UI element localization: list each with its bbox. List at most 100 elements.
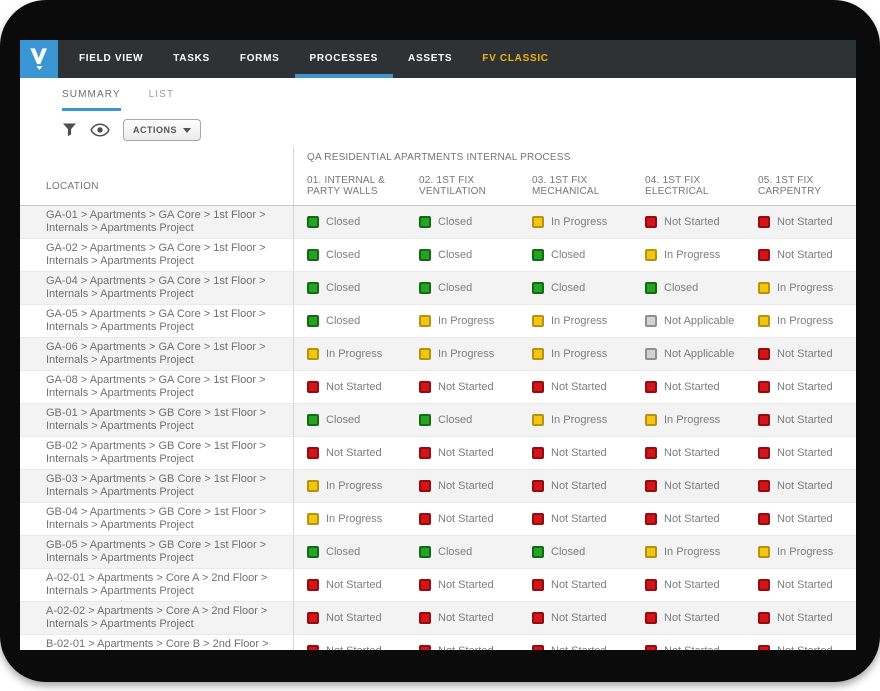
status-cell[interactable]: Not Started bbox=[745, 239, 856, 271]
eye-icon[interactable] bbox=[90, 123, 110, 137]
location-cell[interactable]: GA-06 > Apartments > GA Core > 1st Floor… bbox=[20, 338, 293, 370]
location-cell[interactable]: A-02-01 > Apartments > Core A > 2nd Floo… bbox=[20, 569, 293, 601]
status-cell[interactable]: In Progress bbox=[632, 239, 745, 271]
nav-tab-fv-classic[interactable]: FV CLASSIC bbox=[467, 40, 563, 78]
status-cell[interactable]: In Progress bbox=[519, 206, 632, 238]
status-cell[interactable]: In Progress bbox=[632, 536, 745, 568]
status-cell[interactable]: Not Started bbox=[519, 437, 632, 469]
status-cell[interactable]: In Progress bbox=[632, 404, 745, 436]
status-cell[interactable]: Not Started bbox=[293, 371, 406, 403]
subtab-summary[interactable]: SUMMARY bbox=[62, 89, 121, 111]
nav-tab-tasks[interactable]: TASKS bbox=[158, 40, 225, 78]
status-cell[interactable]: Not Started bbox=[632, 470, 745, 502]
status-cell[interactable]: Closed bbox=[293, 206, 406, 238]
status-cell[interactable]: In Progress bbox=[519, 404, 632, 436]
status-cell[interactable]: Closed bbox=[519, 272, 632, 304]
location-cell[interactable]: GB-01 > Apartments > GB Core > 1st Floor… bbox=[20, 404, 293, 436]
status-cell[interactable]: Not Started bbox=[406, 602, 519, 634]
nav-tab-forms[interactable]: FORMS bbox=[225, 40, 295, 78]
status-cell[interactable]: Not Started bbox=[745, 503, 856, 535]
status-cell[interactable]: Not Started bbox=[632, 602, 745, 634]
location-cell[interactable]: GA-04 > Apartments > GA Core > 1st Floor… bbox=[20, 272, 293, 304]
status-cell[interactable]: Closed bbox=[632, 272, 745, 304]
location-cell[interactable]: GB-04 > Apartments > GB Core > 1st Floor… bbox=[20, 503, 293, 535]
status-cell[interactable]: Closed bbox=[293, 305, 406, 337]
status-cell[interactable]: Not Started bbox=[745, 569, 856, 601]
status-cell[interactable]: Not Started bbox=[406, 635, 519, 650]
status-cell[interactable]: Not Started bbox=[406, 470, 519, 502]
status-cell[interactable]: In Progress bbox=[745, 536, 856, 568]
subtabs: SUMMARY LIST bbox=[62, 89, 856, 111]
status-cell[interactable]: Closed bbox=[519, 536, 632, 568]
status-cell[interactable]: In Progress bbox=[293, 503, 406, 535]
status-cell[interactable]: Not Started bbox=[519, 371, 632, 403]
nav-tab-assets[interactable]: ASSETS bbox=[393, 40, 467, 78]
status-cell[interactable]: Not Applicable bbox=[632, 305, 745, 337]
nav-tab-field-view[interactable]: FIELD VIEW bbox=[64, 40, 158, 78]
status-cell[interactable]: In Progress bbox=[745, 272, 856, 304]
fieldview-logo[interactable] bbox=[20, 40, 58, 78]
status-cell[interactable]: In Progress bbox=[745, 305, 856, 337]
status-cell[interactable]: Not Started bbox=[519, 635, 632, 650]
status-cell[interactable]: Not Applicable bbox=[632, 338, 745, 370]
nav-tab-processes[interactable]: PROCESSES bbox=[295, 40, 394, 78]
status-cell[interactable]: Closed bbox=[293, 272, 406, 304]
status-cell[interactable]: Not Started bbox=[632, 371, 745, 403]
status-cell[interactable]: Not Started bbox=[406, 569, 519, 601]
status-cell[interactable]: Not Started bbox=[519, 470, 632, 502]
status-cell[interactable]: Closed bbox=[406, 272, 519, 304]
status-cell[interactable]: Not Started bbox=[745, 635, 856, 650]
status-cell[interactable]: Not Started bbox=[632, 503, 745, 535]
status-cell[interactable]: Not Started bbox=[519, 569, 632, 601]
status-cell[interactable]: Not Started bbox=[519, 503, 632, 535]
status-cell[interactable]: Closed bbox=[293, 239, 406, 271]
status-cell[interactable]: Not Started bbox=[745, 437, 856, 469]
location-cell[interactable]: GB-02 > Apartments > GB Core > 1st Floor… bbox=[20, 437, 293, 469]
filter-funnel-icon[interactable] bbox=[62, 122, 77, 138]
table-row: GA-06 > Apartments > GA Core > 1st Floor… bbox=[20, 338, 856, 371]
location-cell[interactable]: GA-05 > Apartments > GA Core > 1st Floor… bbox=[20, 305, 293, 337]
location-cell[interactable]: GB-03 > Apartments > GB Core > 1st Floor… bbox=[20, 470, 293, 502]
status-cell[interactable]: In Progress bbox=[519, 338, 632, 370]
status-cell[interactable]: Closed bbox=[293, 404, 406, 436]
location-cell[interactable]: A-02-02 > Apartments > Core A > 2nd Floo… bbox=[20, 602, 293, 634]
status-cell[interactable]: Not Started bbox=[406, 503, 519, 535]
status-cell[interactable]: Closed bbox=[406, 404, 519, 436]
status-cell[interactable]: Not Started bbox=[293, 635, 406, 650]
location-cell[interactable]: GA-02 > Apartments > GA Core > 1st Floor… bbox=[20, 239, 293, 271]
location-cell[interactable]: GA-01 > Apartments > GA Core > 1st Floor… bbox=[20, 206, 293, 238]
status-cell[interactable]: In Progress bbox=[293, 470, 406, 502]
status-cell[interactable]: Not Started bbox=[632, 569, 745, 601]
status-cell[interactable]: Not Started bbox=[406, 371, 519, 403]
status-cell[interactable]: In Progress bbox=[519, 305, 632, 337]
location-cell[interactable]: B-02-01 > Apartments > Core B > 2nd Floo… bbox=[20, 635, 293, 650]
status-label: In Progress bbox=[664, 546, 720, 558]
actions-button[interactable]: ACTIONS bbox=[123, 119, 201, 141]
status-cell[interactable]: Closed bbox=[293, 536, 406, 568]
status-cell[interactable]: Not Started bbox=[293, 437, 406, 469]
status-cell[interactable]: In Progress bbox=[406, 338, 519, 370]
status-cell[interactable]: Not Started bbox=[745, 206, 856, 238]
status-cell[interactable]: Not Started bbox=[632, 437, 745, 469]
status-cell[interactable]: In Progress bbox=[293, 338, 406, 370]
status-cell[interactable]: Not Started bbox=[519, 602, 632, 634]
status-cell[interactable]: Closed bbox=[406, 206, 519, 238]
status-cell[interactable]: Not Started bbox=[293, 602, 406, 634]
status-cell[interactable]: Closed bbox=[406, 239, 519, 271]
status-cell[interactable]: Not Started bbox=[406, 437, 519, 469]
status-cell[interactable]: Not Started bbox=[632, 635, 745, 650]
status-cell[interactable]: Not Started bbox=[745, 470, 856, 502]
status-cell[interactable]: In Progress bbox=[406, 305, 519, 337]
location-cell[interactable]: GA-08 > Apartments > GA Core > 1st Floor… bbox=[20, 371, 293, 403]
status-cell[interactable]: Not Started bbox=[745, 404, 856, 436]
status-cell[interactable]: Not Started bbox=[293, 569, 406, 601]
status-cell[interactable]: Not Started bbox=[632, 206, 745, 238]
status-cell[interactable]: Closed bbox=[519, 239, 632, 271]
location-cell[interactable]: GB-05 > Apartments > GB Core > 1st Floor… bbox=[20, 536, 293, 568]
status-cell[interactable]: Not Started bbox=[745, 602, 856, 634]
status-cell[interactable]: Not Started bbox=[745, 338, 856, 370]
status-cell[interactable]: Not Started bbox=[745, 371, 856, 403]
subtab-list[interactable]: LIST bbox=[149, 89, 175, 111]
status-label: Not Applicable bbox=[664, 348, 734, 360]
status-cell[interactable]: Closed bbox=[406, 536, 519, 568]
